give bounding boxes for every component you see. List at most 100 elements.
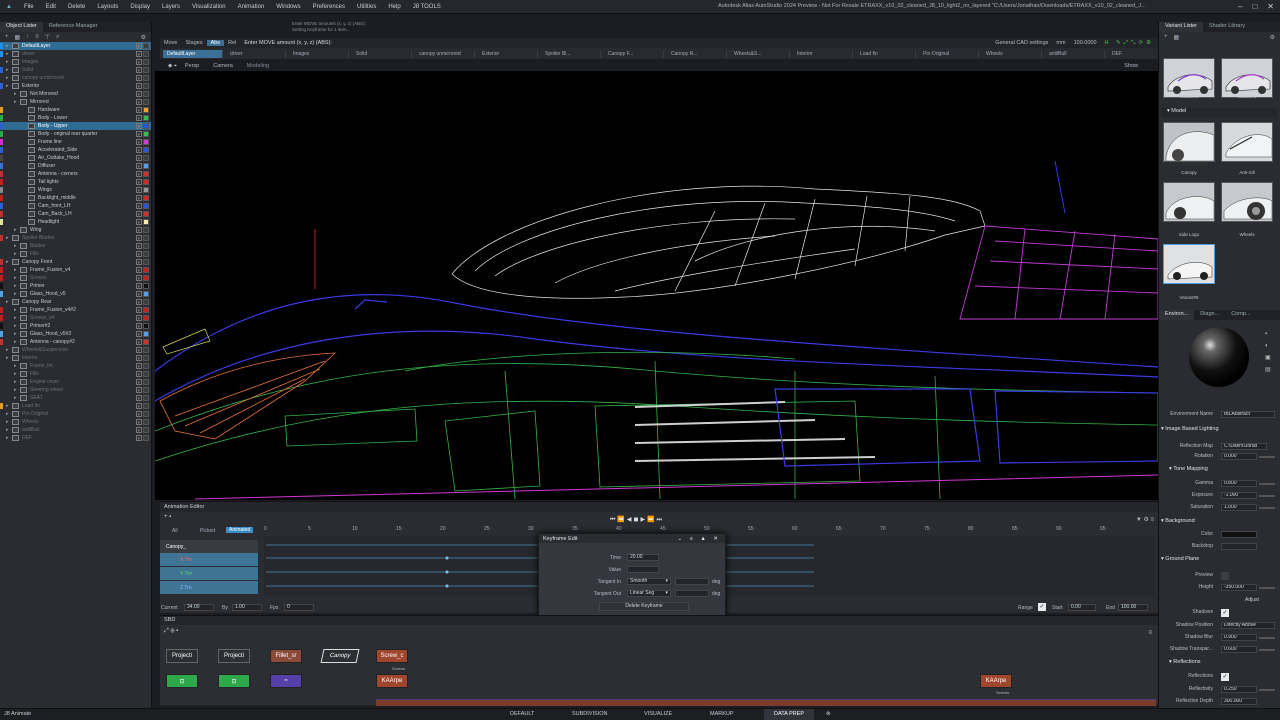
pick-toggle[interactable]: P (136, 163, 142, 169)
grid-icon[interactable]: ▦ (1174, 34, 1180, 41)
sbd-node-projection-2[interactable]: Projecti (218, 649, 250, 663)
lister-row[interactable]: ▸ Fills P (0, 370, 151, 378)
menu-animation[interactable]: Animation (232, 4, 271, 10)
model-section-header[interactable]: ▾ Model (1161, 108, 1277, 117)
pick-toggle[interactable]: P (136, 403, 142, 409)
delete-keyframe-button[interactable]: Delete Keyframe (599, 602, 689, 611)
lister-row[interactable]: Headlight P (0, 218, 151, 226)
lister-row[interactable]: Antenna - corners P (0, 170, 151, 178)
ibl-header[interactable]: ▾ Image Based Lighting (1161, 426, 1277, 432)
layer-color-chip[interactable] (143, 195, 149, 201)
lister-row[interactable]: ▸ Screws_v4 P (0, 314, 151, 322)
layer-color-chip[interactable] (143, 187, 149, 193)
reflection-map-input[interactable]: C:\Users\Jonat (1221, 443, 1267, 450)
lister-row[interactable]: ▸ Interior P (0, 354, 151, 362)
lister-row[interactable]: ▸ Glass_Hood_v5 P (0, 290, 151, 298)
expand-arrow-icon[interactable]: ▸ (14, 267, 17, 273)
expand-arrow-icon[interactable]: ▸ (6, 403, 9, 409)
layer-color-chip[interactable] (143, 331, 149, 337)
menu-j8-tools[interactable]: J8 TOOLS (407, 4, 447, 10)
pick-toggle[interactable]: P (136, 283, 142, 289)
expand-arrow-icon[interactable]: ▸ (6, 355, 9, 361)
lister-row[interactable]: Backlight_middle P (0, 194, 151, 202)
shelf-layer-button[interactable]: Wheels&S... (730, 49, 790, 58)
pick-toggle[interactable]: P (136, 131, 142, 137)
preview-checkbox[interactable] (1221, 572, 1229, 580)
pick-toggle[interactable]: P (136, 203, 142, 209)
expand-arrow-icon[interactable]: ▸ (14, 395, 17, 401)
filter-animated[interactable]: Animated (226, 527, 254, 533)
pick-toggle[interactable]: P (136, 75, 142, 81)
layer-color-chip[interactable] (143, 179, 149, 185)
variant-thumb-3[interactable] (1163, 58, 1215, 98)
variant-thumb-anti-roll[interactable] (1221, 122, 1273, 162)
expand-arrow-icon[interactable]: ▸ (14, 91, 17, 97)
expand-arrow-icon[interactable]: ▸ (6, 43, 9, 49)
shelf-layer-button[interactable]: Load fin (856, 49, 916, 58)
reflections-header[interactable]: ▾ Reflections (1169, 659, 1280, 665)
expand-arrow-icon[interactable]: ▸ (6, 299, 9, 305)
pick-toggle[interactable]: P (136, 235, 142, 241)
reflectivity-input[interactable]: 0.250 (1221, 686, 1257, 693)
pick-toggle[interactable]: P (136, 395, 142, 401)
gamma-slider[interactable] (1259, 483, 1275, 485)
lister-row[interactable]: ▸ Glass_Hood_v5#2 P (0, 330, 151, 338)
layer-color-chip[interactable] (143, 427, 149, 433)
pick-toggle[interactable]: P (136, 307, 142, 313)
settings-icon[interactable]: ⚙ (141, 34, 146, 41)
pick-toggle[interactable]: P (136, 107, 142, 113)
layer-color-chip[interactable] (143, 123, 149, 129)
layer-color-chip[interactable] (143, 299, 149, 305)
layer-color-chip[interactable] (143, 379, 149, 385)
lister-row[interactable]: ▸ Exterior P (0, 82, 151, 90)
lister-row[interactable]: ▸ Wheels&Suspension P (0, 346, 151, 354)
3d-viewport[interactable] (155, 71, 1158, 500)
tab-visualize[interactable]: VISUALIZE (644, 711, 672, 717)
lister-row[interactable]: Air_Outtake_Hood P (0, 154, 151, 162)
layer-color-chip[interactable] (143, 163, 149, 169)
pick-toggle[interactable]: P (136, 363, 142, 369)
layer-color-chip[interactable] (143, 403, 149, 409)
current-input[interactable]: 34.00 (184, 604, 214, 611)
expand-arrow-icon[interactable]: ▸ (14, 331, 17, 337)
exposure-slider[interactable] (1259, 495, 1275, 497)
pick-toggle[interactable]: P (136, 195, 142, 201)
layer-color-chip[interactable] (143, 51, 149, 57)
range-checkbox[interactable]: ✓ (1038, 603, 1046, 611)
shadow-blur-input[interactable]: 0.900 (1221, 634, 1257, 641)
expand-arrow-icon[interactable]: ▸ (6, 435, 9, 441)
pick-toggle[interactable]: P (136, 379, 142, 385)
lister-row[interactable]: ▸ canopy unmirrored P (0, 74, 151, 82)
pick-toggle[interactable]: P (136, 171, 142, 177)
layer-color-chip[interactable] (143, 355, 149, 361)
cad-settings[interactable]: General CAD settings (991, 40, 1052, 46)
pick-toggle[interactable]: P (136, 371, 142, 377)
sbd-node-fillet[interactable]: Fillet_sr (270, 649, 302, 663)
gamma-input[interactable]: 0.800 (1221, 480, 1257, 487)
variant-thumb-canopy[interactable] (1163, 122, 1215, 162)
expand-arrow-icon[interactable]: ▸ (6, 59, 9, 65)
layer-color-chip[interactable] (143, 251, 149, 257)
expand-arrow-icon[interactable]: ▸ (14, 371, 17, 377)
shadows-checkbox[interactable]: ✓ (1221, 609, 1229, 617)
height-slider[interactable] (1259, 587, 1275, 589)
track-canopy[interactable]: Canopy_ (160, 540, 258, 553)
lister-row[interactable]: Body - Lower P (0, 114, 151, 122)
close-tab-icon[interactable]: ⊗ (826, 711, 831, 717)
variant-thumb-5[interactable] (1163, 244, 1215, 284)
pick-toggle[interactable]: P (136, 187, 142, 193)
end-input[interactable]: 100.00 (1118, 604, 1148, 611)
persp-label[interactable]: Persp (185, 63, 199, 69)
pick-toggle[interactable]: P (136, 315, 142, 321)
track-x[interactable]: X Trn (160, 553, 258, 566)
dialog-close-icon[interactable]: ⌄ ≡ ▲ ✕ (678, 536, 721, 542)
layer-color-chip[interactable] (143, 227, 149, 233)
expand-arrow-icon[interactable]: ▸ (14, 227, 17, 233)
lister-row[interactable]: ▸ DEF P (0, 434, 151, 442)
expand-arrow-icon[interactable]: ▸ (14, 387, 17, 393)
expand-arrow-icon[interactable]: ▸ (14, 291, 17, 297)
expand-arrow-icon[interactable]: ▸ (6, 411, 9, 417)
tangent-in-angle[interactable] (675, 578, 709, 585)
pick-toggle[interactable]: P (136, 267, 142, 273)
menu-preferences[interactable]: Preferences (307, 4, 351, 10)
